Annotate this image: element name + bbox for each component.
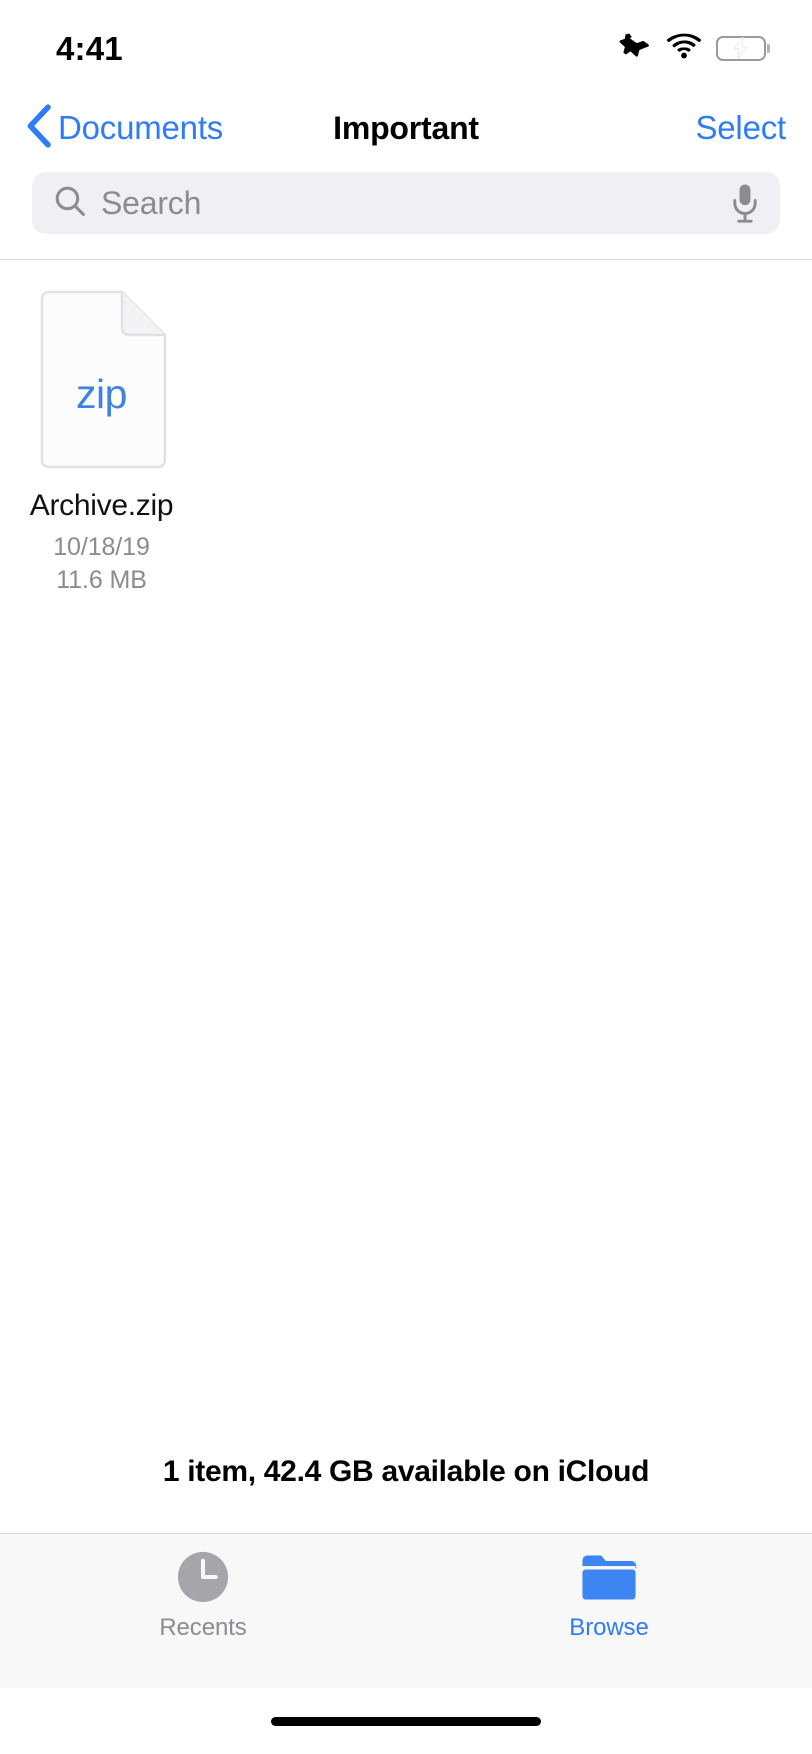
tab-browse-label: Browse bbox=[569, 1614, 649, 1641]
battery-cap bbox=[767, 43, 770, 53]
status-bar: 4:41 bbox=[0, 0, 812, 92]
airplane-mode-icon bbox=[618, 29, 652, 68]
back-button-label: Documents bbox=[58, 109, 224, 146]
file-grid: zip Archive.zip 10/18/19 11.6 MB bbox=[0, 260, 812, 597]
battery-body bbox=[715, 35, 766, 61]
home-indicator[interactable] bbox=[271, 1716, 541, 1726]
navigation-bar: Documents Important Select bbox=[0, 92, 812, 164]
select-button[interactable]: Select bbox=[695, 109, 786, 147]
tab-browse[interactable]: Browse bbox=[406, 1548, 812, 1688]
clock-icon bbox=[176, 1548, 230, 1606]
search-area: Search bbox=[0, 164, 812, 259]
search-input[interactable]: Search bbox=[32, 172, 780, 234]
tab-bar: Recents Browse bbox=[0, 1533, 812, 1688]
file-date-label: 10/18/19 bbox=[53, 532, 150, 561]
folder-icon bbox=[580, 1548, 638, 1606]
file-grid-container: zip Archive.zip 10/18/19 11.6 MB bbox=[0, 260, 812, 1455]
file-size-label: 11.6 MB bbox=[56, 565, 147, 594]
file-extension-label: zip bbox=[76, 371, 127, 417]
wifi-icon bbox=[666, 33, 701, 64]
status-bar-icons bbox=[618, 25, 770, 68]
tab-recents[interactable]: Recents bbox=[0, 1548, 406, 1688]
battery-charging-icon bbox=[715, 35, 770, 61]
tab-recents-label: Recents bbox=[159, 1614, 247, 1641]
status-bar-time: 4:41 bbox=[56, 29, 123, 67]
microphone-icon[interactable] bbox=[732, 183, 758, 223]
status-summary: 1 item, 42.4 GB available on iCloud bbox=[162, 1455, 650, 1488]
files-app-screen: 4:41 Documents Important Select Search z… bbox=[0, 0, 812, 1754]
chevron-left-icon bbox=[26, 103, 52, 153]
home-indicator-area bbox=[0, 1688, 812, 1754]
back-button[interactable]: Documents bbox=[26, 103, 224, 153]
search-icon bbox=[54, 185, 86, 222]
search-placeholder: Search bbox=[101, 184, 202, 221]
zip-document-icon: zip bbox=[36, 290, 167, 469]
file-name-label: Archive.zip bbox=[29, 489, 174, 522]
charging-bolt-icon bbox=[718, 37, 764, 59]
file-item[interactable]: zip Archive.zip 10/18/19 11.6 MB bbox=[0, 282, 203, 597]
